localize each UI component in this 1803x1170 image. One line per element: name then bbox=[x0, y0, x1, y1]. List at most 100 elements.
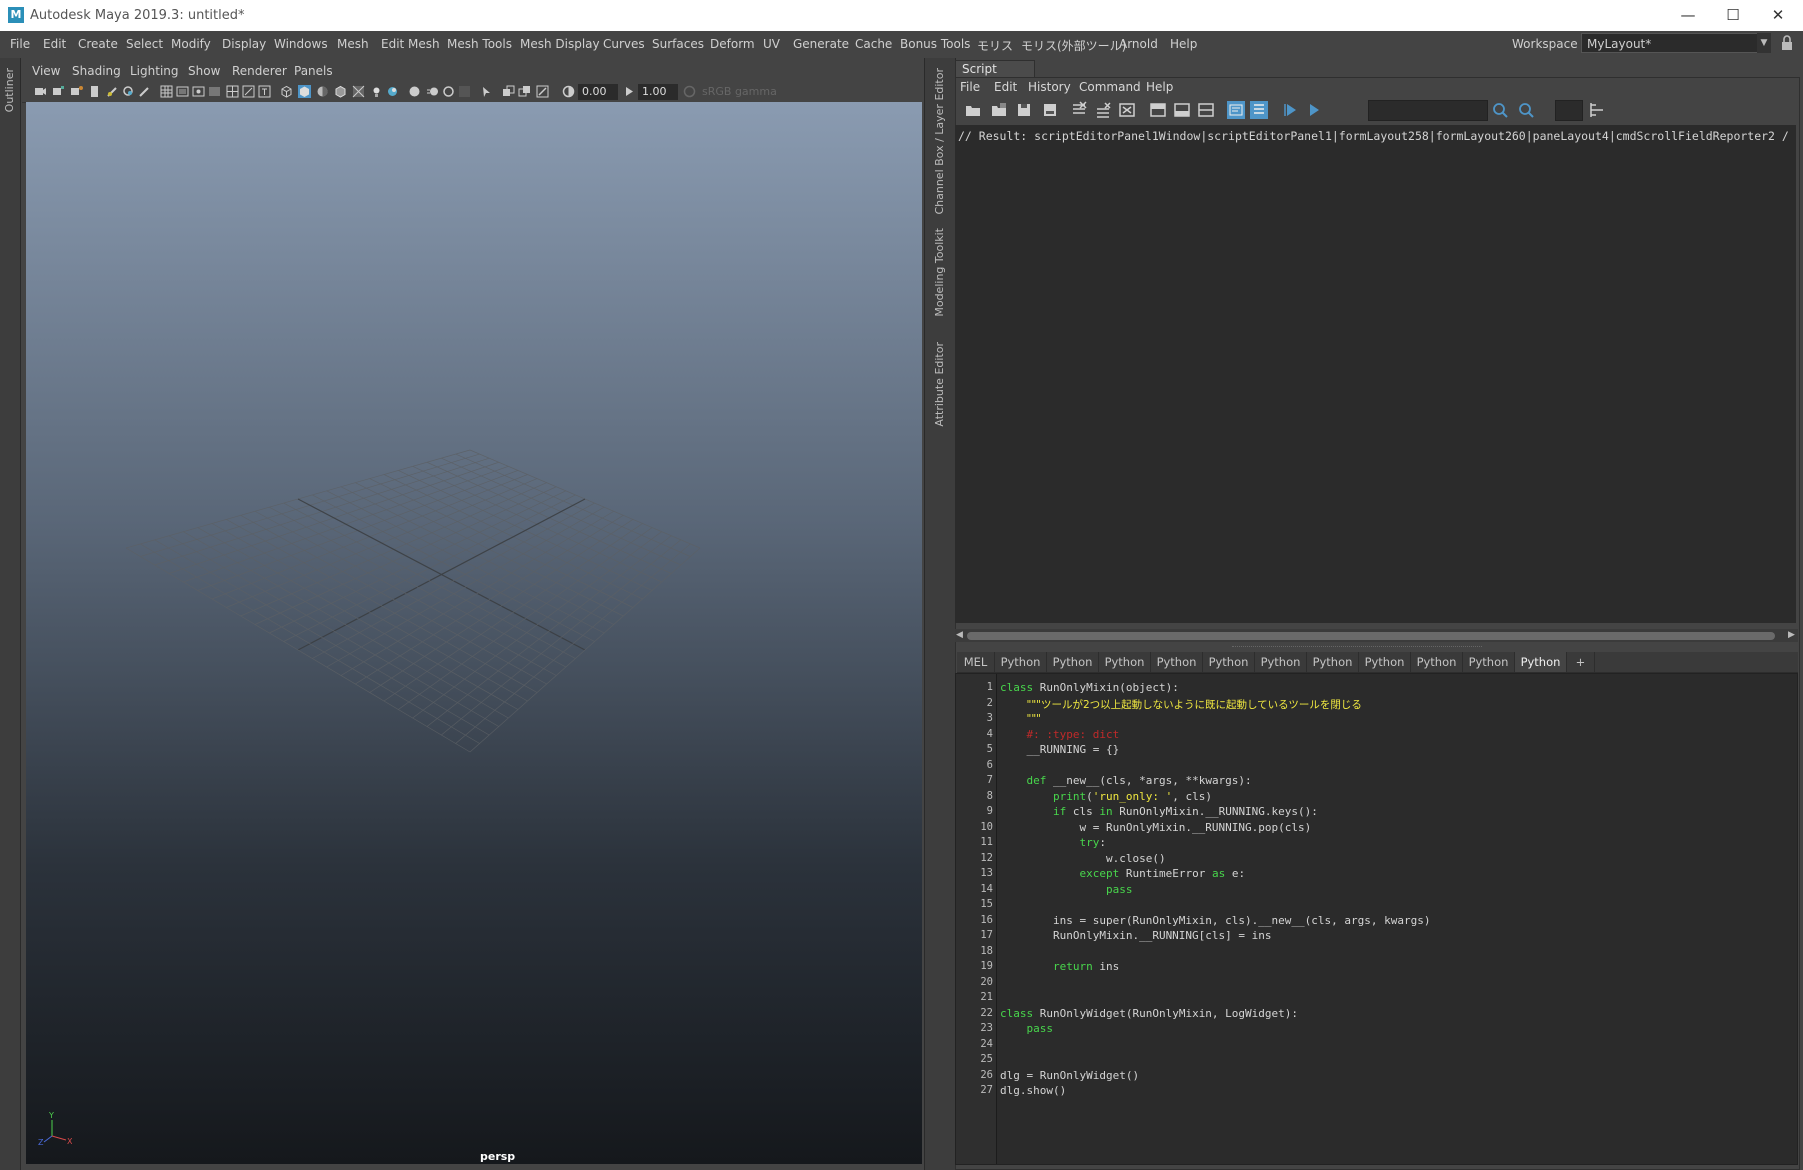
modeling-toolkit-tab[interactable]: Modeling Toolkit bbox=[933, 228, 946, 317]
search-input[interactable] bbox=[1368, 100, 1488, 121]
xray-joints-icon[interactable] bbox=[502, 85, 515, 98]
tab-python[interactable]: Python bbox=[995, 652, 1047, 672]
menu-surfaces[interactable]: Surfaces bbox=[652, 37, 704, 51]
tab-python[interactable]: Python bbox=[1411, 652, 1463, 672]
execute-all-icon[interactable] bbox=[1282, 101, 1300, 119]
se-menu-help[interactable]: Help bbox=[1146, 80, 1173, 94]
lock-icon[interactable] bbox=[1780, 35, 1794, 51]
menu-generate[interactable]: Generate bbox=[793, 37, 849, 51]
menu-windows[interactable]: Windows bbox=[274, 37, 328, 51]
menu-display[interactable]: Display bbox=[222, 37, 266, 51]
add-tab-button[interactable]: + bbox=[1567, 652, 1595, 672]
gamma-icon[interactable] bbox=[623, 85, 636, 98]
wireframe-on-shaded-icon[interactable] bbox=[334, 85, 347, 98]
open-script-icon[interactable] bbox=[964, 101, 982, 119]
script-editor-tab[interactable]: Script Editor bbox=[955, 60, 1035, 93]
grid-icon[interactable] bbox=[160, 85, 173, 98]
clear-all-icon[interactable] bbox=[1118, 101, 1136, 119]
tab-python[interactable]: Python bbox=[1515, 652, 1567, 672]
close-button[interactable]: ✕ bbox=[1756, 4, 1800, 26]
3d-viewport[interactable]: persp Y X Z bbox=[26, 102, 922, 1164]
execute-icon[interactable] bbox=[1305, 101, 1323, 119]
exposure-field[interactable]: 0.00 bbox=[578, 84, 618, 100]
chevron-down-icon[interactable]: ▼ bbox=[1757, 33, 1771, 53]
xray-active-components-icon[interactable] bbox=[518, 85, 531, 98]
smooth-shade-cube-icon[interactable] bbox=[298, 85, 311, 98]
menu-uv[interactable]: UV bbox=[763, 37, 780, 51]
menu-deform[interactable]: Deform bbox=[710, 37, 755, 51]
tab-python[interactable]: Python bbox=[1099, 652, 1151, 672]
clear-history-icon[interactable] bbox=[1070, 101, 1088, 119]
camera-attributes-icon[interactable] bbox=[52, 85, 65, 98]
gamma-field[interactable]: 1.00 bbox=[638, 84, 678, 100]
safe-title-icon[interactable] bbox=[258, 85, 271, 98]
echo-all-commands-icon[interactable] bbox=[1227, 101, 1245, 119]
grease-pencil-icon[interactable] bbox=[106, 85, 119, 98]
outliner-tab[interactable]: Outliner bbox=[3, 68, 16, 112]
safe-action-icon[interactable] bbox=[242, 85, 255, 98]
menu-morris[interactable]: モリス bbox=[977, 37, 1013, 54]
save-to-shelf-icon[interactable] bbox=[1041, 101, 1059, 119]
bookmark-camera-icon[interactable] bbox=[70, 85, 83, 98]
menu-modify[interactable]: Modify bbox=[171, 37, 211, 51]
2d-pan-zoom-icon[interactable] bbox=[122, 85, 135, 98]
se-menu-history[interactable]: History bbox=[1028, 80, 1071, 94]
color-space-field[interactable]: sRGB gamma bbox=[698, 84, 778, 100]
se-menu-file[interactable]: File bbox=[960, 80, 980, 94]
screen-space-ao-icon[interactable] bbox=[408, 85, 421, 98]
viewport-menu-lighting[interactable]: Lighting bbox=[130, 64, 179, 78]
depth-of-field-icon[interactable] bbox=[458, 85, 471, 98]
se-menu-edit[interactable]: Edit bbox=[994, 80, 1017, 94]
wireframe-cube-icon[interactable] bbox=[280, 85, 293, 98]
goto-line-field[interactable] bbox=[1555, 100, 1583, 121]
color-management-icon[interactable] bbox=[683, 85, 696, 98]
anti-aliasing-icon[interactable] bbox=[442, 85, 455, 98]
xray-icon[interactable] bbox=[352, 85, 365, 98]
menu-file[interactable]: File bbox=[10, 37, 30, 51]
menu-arnold[interactable]: Arnold bbox=[1119, 37, 1158, 51]
pane-splitter[interactable] bbox=[1232, 646, 1482, 649]
history-output[interactable]: // Result: scriptEditorPanel1Window|scri… bbox=[955, 125, 1796, 623]
code-input[interactable]: 1 2 3 4 5 6 7 8 9 10 11 12 13 14 15 16 17 18 19 20 21 22 23 24 2… bbox=[955, 673, 1798, 1165]
scroll-right-icon[interactable]: ▶ bbox=[1788, 629, 1795, 642]
show-history-icon[interactable] bbox=[1149, 101, 1167, 119]
menu-help[interactable]: Help bbox=[1170, 37, 1197, 51]
menu-create[interactable]: Create bbox=[78, 37, 118, 51]
menu-bonus-tools[interactable]: Bonus Tools bbox=[900, 37, 970, 51]
menu-mesh[interactable]: Mesh bbox=[337, 37, 369, 51]
source-script-icon[interactable] bbox=[990, 101, 1008, 119]
image-plane-icon[interactable] bbox=[88, 85, 101, 98]
menu-curves[interactable]: Curves bbox=[603, 37, 645, 51]
goto-line-icon[interactable] bbox=[1588, 101, 1606, 119]
maximize-button[interactable]: ☐ bbox=[1711, 4, 1755, 26]
backface-culling-icon[interactable] bbox=[536, 85, 549, 98]
search-next-icon[interactable] bbox=[1517, 101, 1535, 119]
use-all-lights-icon[interactable] bbox=[370, 85, 383, 98]
attribute-editor-tab[interactable]: Attribute Editor bbox=[933, 342, 946, 427]
tab-python[interactable]: Python bbox=[1047, 652, 1099, 672]
camera-icon[interactable] bbox=[34, 85, 47, 98]
show-input-icon[interactable] bbox=[1173, 101, 1191, 119]
tab-mel[interactable]: MEL bbox=[957, 652, 995, 672]
film-gate-icon[interactable] bbox=[176, 85, 189, 98]
shadows-icon[interactable] bbox=[386, 85, 399, 98]
minimize-button[interactable]: — bbox=[1666, 4, 1710, 26]
scroll-left-icon[interactable]: ◀ bbox=[956, 629, 963, 642]
field-chart-icon[interactable] bbox=[226, 85, 239, 98]
resolution-gate-icon[interactable] bbox=[192, 85, 205, 98]
menu-mesh-tools[interactable]: Mesh Tools bbox=[447, 37, 512, 51]
history-horizontal-scrollbar[interactable]: ◀ ▶ bbox=[955, 629, 1798, 642]
tab-python[interactable]: Python bbox=[1203, 652, 1255, 672]
menu-mesh-display[interactable]: Mesh Display bbox=[520, 37, 600, 51]
viewport-menu-shading[interactable]: Shading bbox=[72, 64, 121, 78]
menu-edit-mesh[interactable]: Edit Mesh bbox=[381, 37, 440, 51]
viewport-menu-panels[interactable]: Panels bbox=[294, 64, 333, 78]
save-script-icon[interactable] bbox=[1015, 101, 1033, 119]
show-both-icon[interactable] bbox=[1197, 101, 1215, 119]
tab-python[interactable]: Python bbox=[1359, 652, 1411, 672]
gate-mask-icon[interactable] bbox=[208, 85, 221, 98]
workspace-select[interactable]: MyLayout* bbox=[1581, 33, 1771, 53]
tab-python[interactable]: Python bbox=[1463, 652, 1515, 672]
menu-cache[interactable]: Cache bbox=[855, 37, 892, 51]
motion-blur-icon[interactable] bbox=[426, 85, 439, 98]
